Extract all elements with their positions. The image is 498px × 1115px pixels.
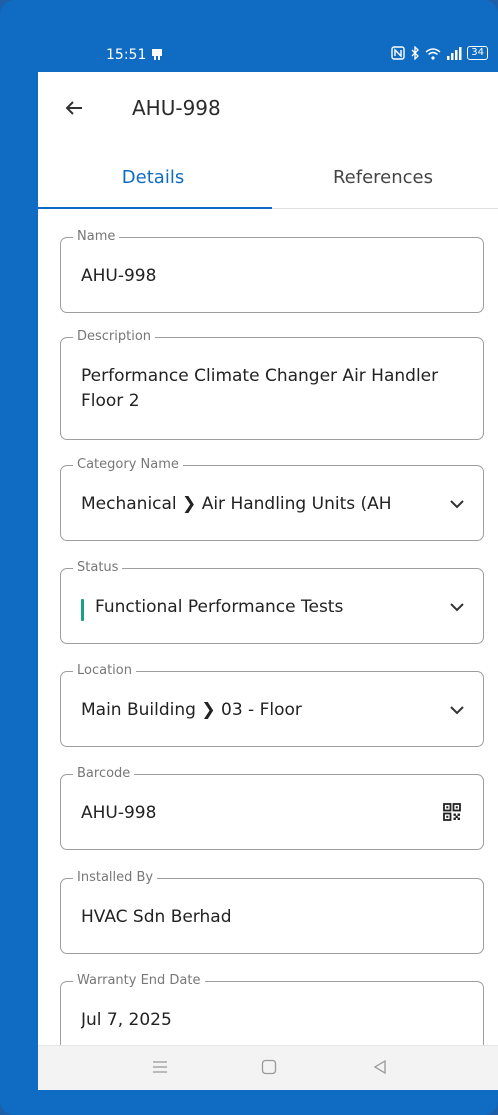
- signal-icon: [447, 46, 462, 60]
- status-value: Functional Performance Tests: [95, 597, 344, 617]
- location-value: Main Building ❯ 03 - Floor: [81, 700, 302, 720]
- qr-code-icon[interactable]: [443, 803, 461, 821]
- battery-indicator: 34: [467, 46, 488, 60]
- installed-by-label: Installed By: [73, 870, 158, 885]
- home-icon[interactable]: [260, 1058, 278, 1076]
- details-form: Name AHU-998 Description Performance Cli…: [38, 209, 498, 1045]
- category-field[interactable]: Category Name Mechanical ❯ Air Handling …: [60, 457, 484, 541]
- warranty-end-date-value: Jul 7, 2025: [81, 1010, 172, 1030]
- wifi-icon: [425, 47, 441, 60]
- category-label: Category Name: [73, 457, 183, 472]
- system-navigation-bar: [38, 1045, 498, 1090]
- nfc-icon: [391, 46, 405, 60]
- description-value: Performance Climate Changer Air Handler …: [81, 366, 439, 411]
- name-label: Name: [73, 229, 120, 244]
- status-label: Status: [73, 560, 123, 575]
- status-bar: 15:51 34: [38, 38, 498, 72]
- location-label: Location: [73, 663, 136, 678]
- category-value: Mechanical ❯ Air Handling Units (AH: [81, 494, 392, 514]
- app-screen: 15:51 34 AHU-998 Details References Name…: [38, 38, 498, 1090]
- status-icons: 34: [391, 46, 488, 60]
- description-label: Description: [73, 329, 156, 344]
- barcode-label: Barcode: [73, 766, 135, 781]
- description-field[interactable]: Description Performance Climate Changer …: [60, 329, 484, 440]
- name-field[interactable]: Name AHU-998: [60, 229, 484, 313]
- chevron-down-icon[interactable]: [449, 705, 465, 715]
- status-field[interactable]: Status Functional Performance Tests: [60, 560, 484, 644]
- location-field[interactable]: Location Main Building ❯ 03 - Floor: [60, 663, 484, 747]
- warranty-end-date-field[interactable]: Warranty End Date Jul 7, 2025: [60, 973, 484, 1045]
- back-arrow-icon[interactable]: [62, 96, 86, 120]
- back-triangle-icon[interactable]: [371, 1058, 389, 1076]
- status-time: 15:51: [106, 47, 147, 63]
- tab-bar: Details References: [38, 146, 498, 209]
- page-title: AHU-998: [132, 96, 221, 120]
- chevron-down-icon[interactable]: [449, 602, 465, 612]
- chevron-down-icon[interactable]: [449, 499, 465, 509]
- notification-icon: [152, 49, 162, 60]
- name-value: AHU-998: [81, 266, 157, 286]
- installed-by-value: HVAC Sdn Berhad: [81, 907, 232, 927]
- tab-references[interactable]: References: [268, 146, 498, 208]
- menu-icon[interactable]: [151, 1058, 169, 1076]
- tab-details[interactable]: Details: [38, 146, 268, 208]
- device-frame: 15:51 34 AHU-998 Details References Name…: [0, 0, 498, 1115]
- status-color-indicator: [81, 599, 84, 621]
- barcode-value: AHU-998: [81, 803, 157, 823]
- app-bar: AHU-998: [38, 72, 498, 147]
- bluetooth-icon: [411, 46, 420, 60]
- warranty-end-date-label: Warranty End Date: [73, 973, 205, 988]
- installed-by-field[interactable]: Installed By HVAC Sdn Berhad: [60, 870, 484, 954]
- barcode-field[interactable]: Barcode AHU-998: [60, 766, 484, 850]
